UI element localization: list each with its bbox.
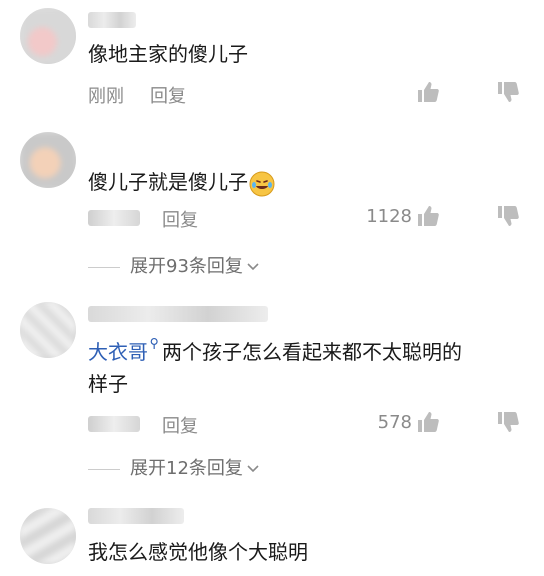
expand-replies-label: 展开93条回复 bbox=[130, 256, 243, 277]
reply-button[interactable]: 回复 bbox=[162, 412, 198, 438]
comment-text-content: 傻儿子就是傻儿子 bbox=[88, 170, 248, 194]
expand-replies-button[interactable]: 展开12条回复 bbox=[88, 454, 259, 480]
divider bbox=[88, 468, 120, 470]
comment-item: 傻儿子就是傻儿子 回复 1128 展开93条回复 bbox=[0, 128, 544, 288]
username[interactable] bbox=[88, 508, 184, 524]
expand-replies-label: 展开12条回复 bbox=[130, 458, 243, 479]
comment-text: 像地主家的傻儿子 bbox=[88, 42, 248, 66]
thumbs-up-icon[interactable] bbox=[416, 204, 440, 228]
comment-item: 像地主家的傻儿子 刚刚 回复 bbox=[0, 0, 544, 130]
comment-text-content: 两个孩子怎么看起来都不太聪明的 bbox=[162, 340, 462, 364]
chevron-down-icon bbox=[247, 465, 259, 473]
comment-time bbox=[88, 210, 140, 226]
divider bbox=[88, 266, 120, 268]
username[interactable] bbox=[88, 12, 136, 28]
like-count: 578 bbox=[377, 412, 412, 433]
avatar[interactable] bbox=[20, 302, 76, 358]
comment-time bbox=[88, 416, 140, 432]
username[interactable] bbox=[88, 306, 268, 322]
reply-button[interactable]: 回复 bbox=[150, 82, 186, 108]
comment-meta: 刚刚 回复 bbox=[88, 80, 520, 108]
avatar[interactable] bbox=[20, 8, 76, 64]
comment-meta: 回复 578 bbox=[88, 410, 520, 438]
comment-meta: 回复 1128 bbox=[88, 204, 520, 232]
thumbs-down-icon[interactable] bbox=[496, 204, 520, 228]
comment-text: 我怎么感觉他像个大聪明 bbox=[88, 540, 308, 564]
thumbs-down-icon[interactable] bbox=[496, 80, 520, 104]
comment-text: 傻儿子就是傻儿子 bbox=[88, 166, 520, 198]
avatar[interactable] bbox=[20, 508, 76, 564]
like-count: 1128 bbox=[366, 206, 412, 227]
thumbs-up-icon[interactable] bbox=[416, 410, 440, 434]
chevron-down-icon bbox=[247, 263, 259, 271]
reply-button[interactable]: 回复 bbox=[162, 206, 198, 232]
thumbs-down-icon[interactable] bbox=[496, 410, 520, 434]
comment-item: 大衣哥 两个孩子怎么看起来都不太聪明的 样子 回复 578 展开12条回复 bbox=[0, 296, 544, 496]
expand-replies-button[interactable]: 展开93条回复 bbox=[88, 252, 259, 278]
comment-item: 我怎么感觉他像个大聪明 bbox=[0, 500, 544, 576]
comment-time: 刚刚 bbox=[88, 86, 124, 107]
comment-text: 大衣哥 两个孩子怎么看起来都不太聪明的 bbox=[88, 336, 520, 368]
thumbs-up-icon[interactable] bbox=[416, 80, 440, 104]
avatar[interactable] bbox=[20, 132, 76, 188]
mention-link[interactable]: 大衣哥 bbox=[88, 340, 148, 364]
rofl-emoji-icon bbox=[249, 171, 275, 196]
comment-text-line2: 样子 bbox=[88, 372, 128, 396]
search-mention-icon bbox=[150, 338, 158, 349]
